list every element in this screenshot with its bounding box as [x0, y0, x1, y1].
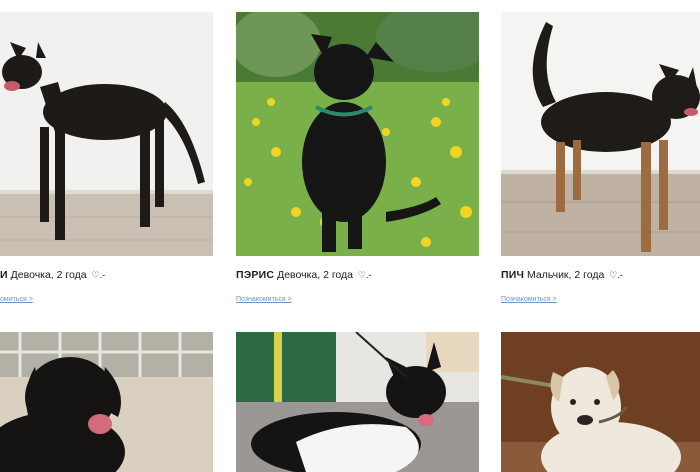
- dog-name: ПЭРИС: [236, 269, 275, 281]
- dog-details: Мальчик, 2 года: [527, 269, 605, 281]
- dog-photo-2[interactable]: [236, 12, 479, 256]
- dog-caption-2: ПЭРИС Девочка, 2 года ♡.-: [236, 269, 372, 281]
- dog-name: ПИЧ: [501, 269, 525, 281]
- heart-icon[interactable]: ♡.-: [92, 270, 106, 280]
- heart-icon[interactable]: ♡.-: [358, 270, 372, 280]
- dog-name: И: [0, 269, 8, 281]
- dog-photo-4[interactable]: [0, 332, 213, 472]
- dog-details: Девочка, 2 года: [277, 269, 353, 281]
- meet-link-3[interactable]: Познакомиться >: [501, 296, 557, 303]
- dog-photo-5[interactable]: [236, 332, 479, 472]
- dog-photo-1[interactable]: [0, 12, 213, 256]
- dog-photo-3[interactable]: [501, 12, 700, 256]
- meet-link-2[interactable]: Познакомиться >: [236, 296, 292, 303]
- meet-link-1[interactable]: омиться >: [0, 296, 33, 303]
- heart-icon[interactable]: ♡.-: [609, 270, 623, 280]
- dog-details: Девочка, 2 года: [10, 269, 87, 281]
- dog-caption-1: И Девочка, 2 года ♡.-: [0, 269, 105, 281]
- dog-caption-3: ПИЧ Мальчик, 2 года ♡.-: [501, 269, 623, 281]
- dog-photo-6[interactable]: [501, 332, 700, 472]
